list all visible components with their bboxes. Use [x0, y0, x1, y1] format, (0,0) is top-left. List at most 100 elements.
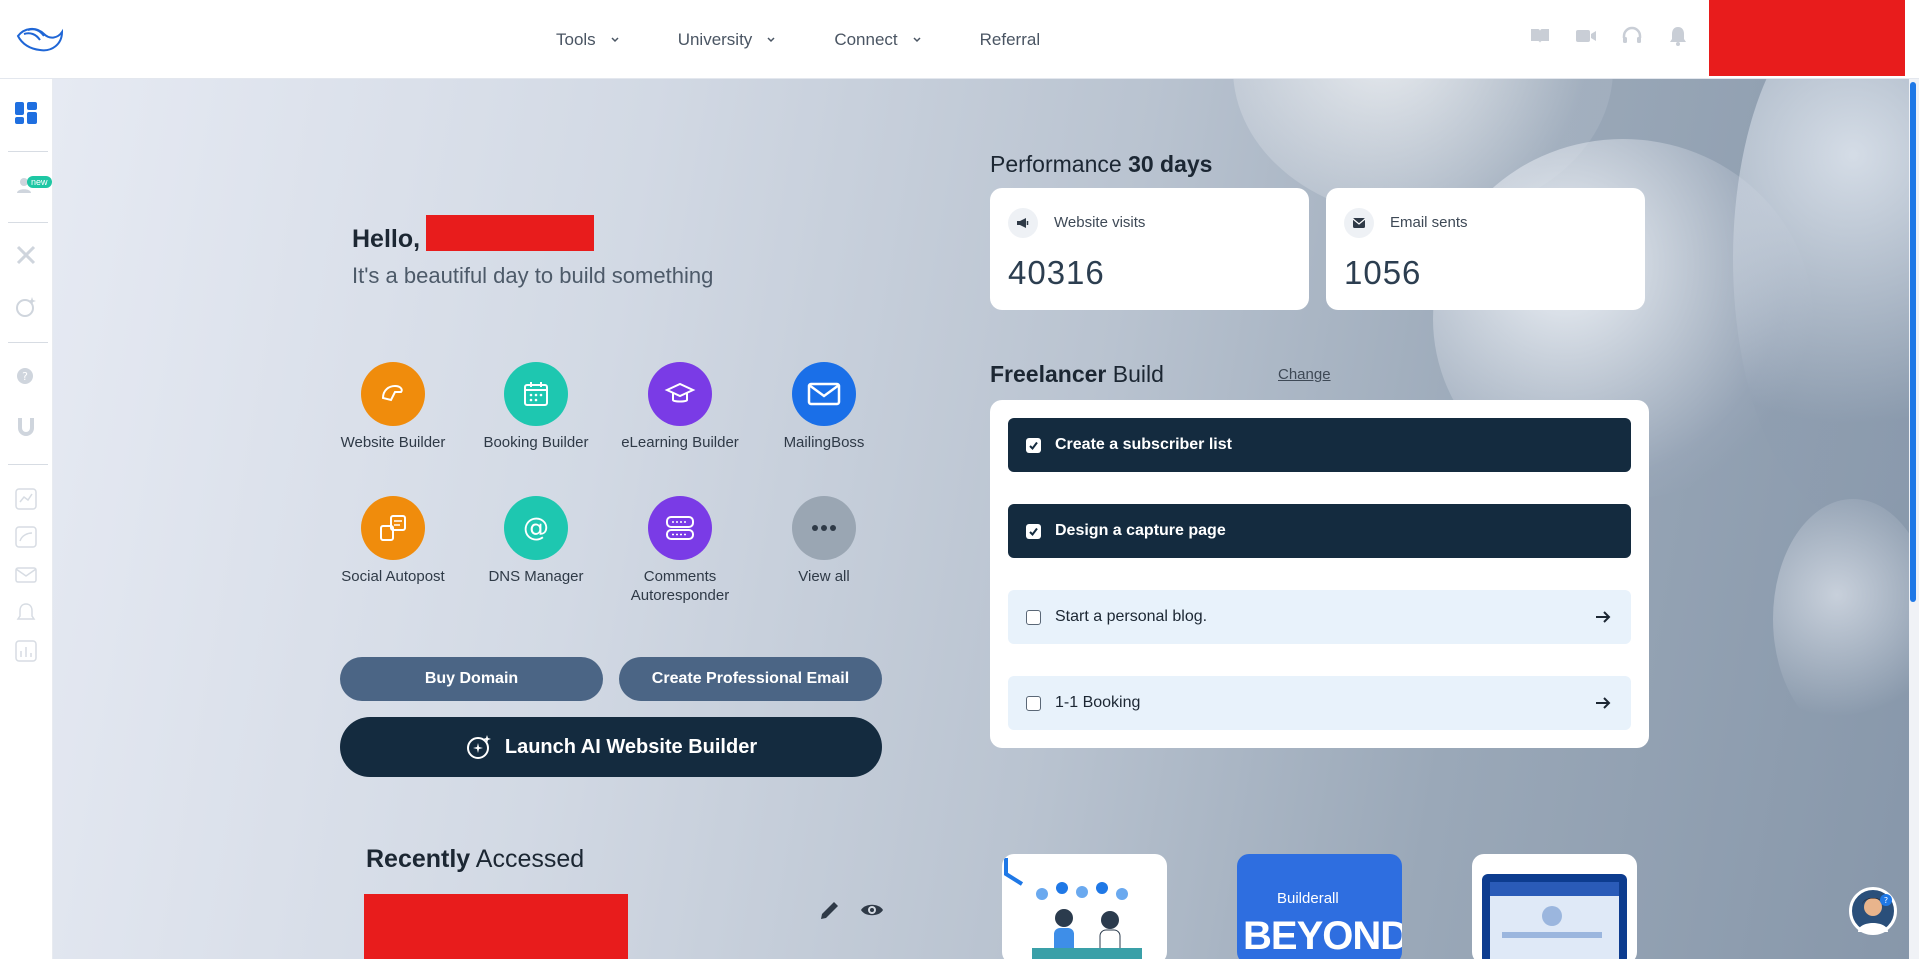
- stat-card-email-sents: Email sents 1056: [1326, 188, 1645, 310]
- app-social-autopost[interactable]: Social Autopost: [333, 496, 453, 586]
- promo-thumbnail-beyond[interactable]: Builderall BEYOND: [1237, 854, 1402, 959]
- app-dns-manager[interactable]: @ DNS Manager: [476, 496, 596, 586]
- app-label: Comments Autoresponder: [630, 568, 730, 604]
- recently-accessed-bold: Recently: [366, 845, 471, 873]
- recent-item-redacted[interactable]: [364, 894, 628, 959]
- nav-university[interactable]: University: [678, 30, 777, 50]
- help-search-icon[interactable]: ?: [14, 365, 38, 389]
- nav-connect-label: Connect: [834, 29, 898, 49]
- new-badge: new: [27, 176, 52, 188]
- thumb-headline: BEYOND: [1243, 914, 1402, 958]
- graduation-cap-icon: [648, 362, 712, 426]
- sidebar-divider: [8, 342, 48, 343]
- username-redacted: [426, 215, 594, 251]
- task-create-subscriber-list[interactable]: Create a subscriber list: [1008, 418, 1631, 472]
- task-1-1-booking[interactable]: 1-1 Booking: [1008, 676, 1631, 730]
- book-icon[interactable]: [1528, 24, 1552, 48]
- freelancer-bold: Freelancer: [990, 361, 1107, 387]
- megaphone-icon: [1008, 208, 1038, 238]
- chevron-down-icon: [611, 36, 619, 42]
- app-view-all[interactable]: View all: [764, 496, 884, 586]
- arrow-right-icon[interactable]: [1593, 607, 1613, 627]
- tools-cross-icon[interactable]: [14, 243, 38, 267]
- launch-ai-website-builder-button[interactable]: Launch AI Website Builder: [340, 717, 882, 777]
- app-label: MailingBoss: [783, 434, 865, 451]
- nav-referral[interactable]: Referral: [980, 30, 1040, 50]
- promo-thumbnail-laptop[interactable]: [1472, 854, 1637, 959]
- more-dots-icon: [792, 496, 856, 560]
- app-elearning-builder[interactable]: eLearning Builder: [620, 362, 740, 452]
- chart-icon[interactable]: [14, 639, 38, 663]
- edit-pencil-icon[interactable]: [817, 897, 843, 923]
- task-label: Create a subscriber list: [1055, 436, 1232, 453]
- checkbox-checked[interactable]: [1026, 523, 1041, 539]
- app-website-builder[interactable]: Website Builder: [333, 362, 453, 452]
- user-account-redacted[interactable]: [1709, 0, 1905, 76]
- app-comments-autoresponder[interactable]: Comments Autoresponder: [620, 496, 740, 605]
- support-avatar-icon: ?: [1858, 894, 1892, 932]
- mail-icon[interactable]: [14, 563, 38, 587]
- svg-text:@: @: [523, 513, 549, 543]
- stat-label: Website visits: [1054, 214, 1146, 231]
- freelancer-rest: Build: [1112, 361, 1164, 387]
- freelancer-task-card: Create a subscriber list Design a captur…: [990, 400, 1649, 748]
- at-sign-icon: @: [504, 496, 568, 560]
- nav-tools[interactable]: Tools: [556, 30, 620, 50]
- background-blob: [1773, 499, 1909, 739]
- main-content: Hello, It's a beautiful day to build som…: [53, 79, 1909, 959]
- mail-stat-icon: [1344, 208, 1374, 238]
- page-scrollbar-thumb[interactable]: [1910, 82, 1916, 602]
- task-label: Design a capture page: [1055, 522, 1226, 539]
- recently-accessed-title: Recently Accessed: [366, 845, 584, 874]
- promo-thumbnail-people[interactable]: [1002, 854, 1167, 959]
- help-chat-avatar[interactable]: ?: [1849, 887, 1897, 935]
- analytics-icon[interactable]: [14, 487, 38, 511]
- ai-sparkle-icon[interactable]: [14, 295, 38, 319]
- video-icon[interactable]: [1574, 24, 1598, 48]
- bell-icon[interactable]: [1666, 24, 1690, 48]
- create-professional-email-button[interactable]: Create Professional Email: [619, 657, 882, 701]
- checkbox-checked[interactable]: [1026, 437, 1041, 453]
- eye-icon[interactable]: [859, 897, 885, 923]
- arrow-right-icon[interactable]: [1593, 693, 1613, 713]
- app-label: Booking Builder: [483, 434, 589, 451]
- freelancer-build-title: Freelancer Build: [990, 361, 1164, 388]
- sidebar-divider: [8, 464, 48, 465]
- website-icon[interactable]: [14, 525, 38, 549]
- task-design-capture-page[interactable]: Design a capture page: [1008, 504, 1631, 558]
- headset-icon[interactable]: [1620, 24, 1644, 48]
- nav-tools-label: Tools: [556, 29, 596, 49]
- greeting-hello: Hello,: [352, 225, 421, 253]
- app-label: DNS Manager: [488, 568, 584, 585]
- checkbox-unchecked[interactable]: [1026, 609, 1041, 625]
- main-nav: Tools University Connect Referral: [556, 0, 1098, 79]
- task-start-personal-blog[interactable]: Start a personal blog.: [1008, 590, 1631, 644]
- change-build-link[interactable]: Change: [1278, 366, 1331, 383]
- ai-sparkle-icon: [466, 735, 491, 759]
- app-mailingboss[interactable]: MailingBoss: [764, 362, 884, 452]
- stat-value: 1056: [1344, 254, 1422, 291]
- svg-text:?: ?: [1884, 896, 1888, 905]
- chevron-down-icon: [767, 36, 775, 42]
- people-illustration-icon: [1004, 858, 1142, 959]
- calendar-icon: [504, 362, 568, 426]
- svg-text:?: ?: [22, 370, 28, 383]
- social-autopost-icon: [361, 496, 425, 560]
- background-blob: [1733, 79, 1909, 519]
- builderall-logo-icon[interactable]: [14, 22, 66, 56]
- checkbox-unchecked[interactable]: [1026, 695, 1041, 711]
- nav-connect[interactable]: Connect: [834, 30, 921, 50]
- buy-domain-button[interactable]: Buy Domain: [340, 657, 603, 701]
- thumb-brand: Builderall: [1277, 890, 1339, 907]
- envelope-icon: [792, 362, 856, 426]
- performance-period: 30 days: [1128, 151, 1213, 177]
- app-booking-builder[interactable]: Booking Builder: [476, 362, 596, 452]
- magnet-icon[interactable]: [14, 415, 38, 439]
- stat-label: Email sents: [1390, 214, 1468, 231]
- notification-icon[interactable]: [14, 601, 38, 625]
- chevron-down-icon: [913, 36, 921, 42]
- app-label: eLearning Builder: [621, 434, 739, 451]
- dashboard-icon[interactable]: [14, 101, 38, 125]
- app-label: View all: [798, 568, 850, 585]
- performance-label: Performance: [990, 151, 1122, 177]
